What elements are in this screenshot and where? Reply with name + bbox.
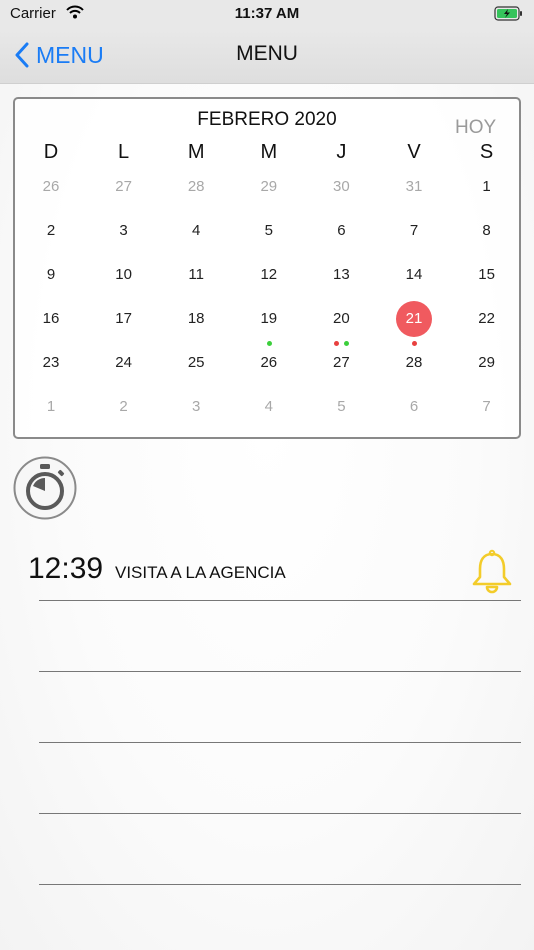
- calendar-day[interactable]: 28: [160, 169, 232, 205]
- event-title: VISITA A LA AGENCIA: [115, 563, 286, 582]
- navigation-bar: MENU MENU: [0, 30, 534, 84]
- calendar-day[interactable]: 14: [378, 257, 450, 293]
- status-bar: Carrier 11:37 AM: [0, 0, 534, 30]
- calendar-day[interactable]: 15: [451, 257, 523, 293]
- calendar-day[interactable]: 30: [305, 169, 377, 205]
- weekday-header: M: [260, 141, 278, 163]
- calendar-day[interactable]: 29: [233, 169, 305, 205]
- calendar-day[interactable]: 24: [88, 345, 160, 381]
- calendar-day[interactable]: 5: [305, 389, 377, 425]
- calendar-day[interactable]: 2: [15, 213, 87, 249]
- weekday-header: D: [43, 141, 59, 163]
- calendar-day[interactable]: 2: [88, 389, 160, 425]
- today-button[interactable]: HOY: [455, 117, 496, 139]
- battery-icon: [494, 6, 524, 26]
- divider-line: [39, 671, 521, 672]
- calendar-day[interactable]: 1: [15, 389, 87, 425]
- weekday-header: S: [479, 141, 494, 163]
- divider-line: [39, 742, 521, 743]
- stopwatch-icon: [13, 456, 77, 520]
- bell-icon[interactable]: [468, 547, 516, 600]
- calendar-day[interactable]: 20: [305, 301, 377, 337]
- calendar-day[interactable]: 10: [88, 257, 160, 293]
- divider-line: [39, 884, 521, 885]
- calendar-day[interactable]: 29: [451, 345, 523, 381]
- calendar-day[interactable]: 17: [88, 301, 160, 337]
- calendar-day[interactable]: 12: [233, 257, 305, 293]
- calendar-day[interactable]: 7: [378, 213, 450, 249]
- calendar-day[interactable]: 27: [88, 169, 160, 205]
- calendar-day[interactable]: 6: [305, 213, 377, 249]
- calendar-day[interactable]: 1: [451, 169, 523, 205]
- stopwatch-button[interactable]: [13, 456, 77, 520]
- calendar-day[interactable]: 27: [305, 345, 377, 381]
- calendar-day-selected[interactable]: 21: [378, 301, 450, 337]
- calendar-day[interactable]: 16: [15, 301, 87, 337]
- status-time: 11:37 AM: [234, 5, 300, 22]
- weekday-header: M: [187, 141, 205, 163]
- event-row[interactable]: 12:39 VISITA A LA AGENCIA: [28, 547, 521, 600]
- calendar-day[interactable]: 28: [378, 345, 450, 381]
- calendar-day[interactable]: 22: [451, 301, 523, 337]
- calendar-day[interactable]: 11: [160, 257, 232, 293]
- calendar-day[interactable]: 6: [378, 389, 450, 425]
- calendar-day[interactable]: 7: [451, 389, 523, 425]
- calendar-day[interactable]: 3: [88, 213, 160, 249]
- calendar-day[interactable]: 23: [15, 345, 87, 381]
- calendar-day[interactable]: 13: [305, 257, 377, 293]
- month-calendar: FEBRERO 2020 HOY D L M M J V S 26 27 28 29 30 31 1 2 3 4…: [13, 97, 521, 439]
- calendar-day[interactable]: 25: [160, 345, 232, 381]
- calendar-day[interactable]: 18: [160, 301, 232, 337]
- calendar-day[interactable]: 19: [233, 301, 305, 337]
- calendar-day[interactable]: 4: [160, 213, 232, 249]
- event-time: 12:39: [28, 552, 104, 585]
- calendar-month-label: FEBRERO 2020: [197, 109, 337, 130]
- calendar-day[interactable]: 5: [233, 213, 305, 249]
- weekday-header: J: [336, 141, 347, 163]
- weekday-header: L: [118, 141, 130, 163]
- calendar-day[interactable]: 3: [160, 389, 232, 425]
- calendar-day[interactable]: 8: [451, 213, 523, 249]
- calendar-day[interactable]: 4: [233, 389, 305, 425]
- calendar-day[interactable]: 31: [378, 169, 450, 205]
- weekday-header: V: [407, 141, 421, 163]
- page-title: MENU: [236, 42, 298, 65]
- divider-line: [39, 600, 521, 601]
- calendar-day[interactable]: 26: [233, 345, 305, 381]
- divider-line: [39, 813, 521, 814]
- calendar-day[interactable]: 9: [15, 257, 87, 293]
- calendar-day[interactable]: 26: [15, 169, 87, 205]
